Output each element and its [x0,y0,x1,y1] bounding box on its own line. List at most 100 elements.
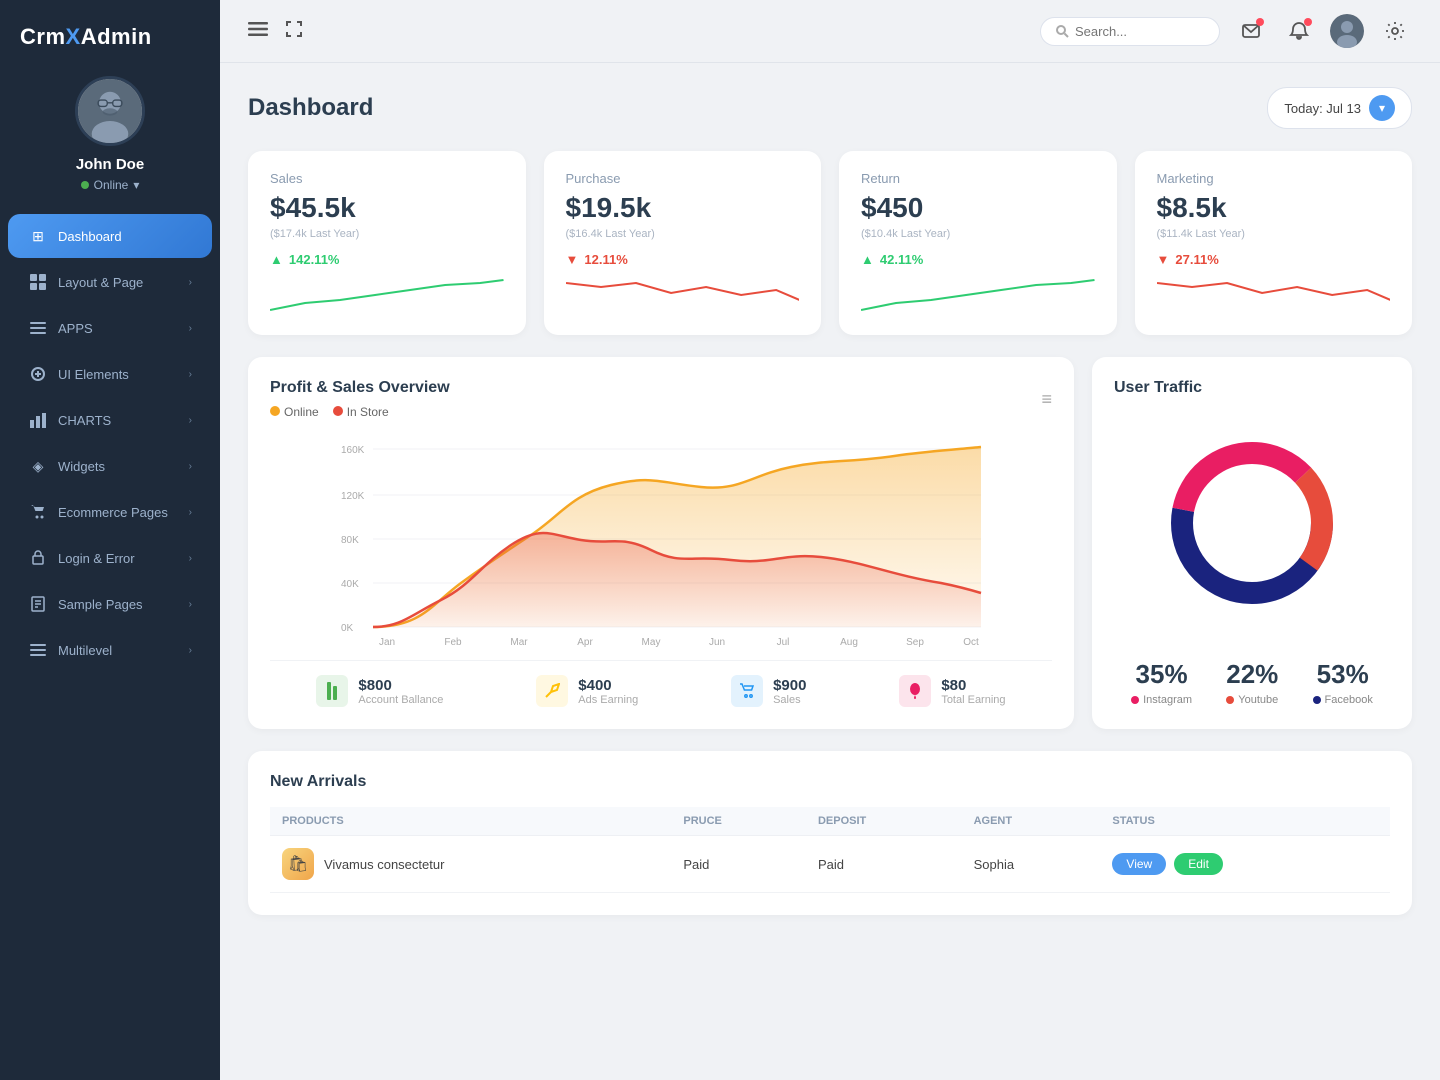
youtube-source: Youtube [1226,694,1278,706]
menu-icon[interactable] [248,19,268,44]
sidebar-item-dashboard[interactable]: ⊞ Dashboard [8,214,212,258]
sidebar: CrmXAdmin John Doe Online ▾ [0,0,220,1080]
date-button[interactable]: Today: Jul 13 ▾ [1267,87,1412,129]
svg-text:40K: 40K [341,579,359,590]
youtube-stat: 22% Youtube [1226,659,1278,706]
status-button-edit[interactable]: Edit [1174,853,1223,875]
search-input[interactable] [1075,24,1205,39]
brand-suffix: Admin [81,24,152,49]
chevron-right-icon: › [189,599,192,610]
topbar-right [1040,14,1412,48]
svg-text:0K: 0K [341,623,354,634]
facebook-dot [1313,696,1321,704]
stat-cards: Sales $45.5k ($17.4k Last Year) ▲ 142.11… [248,151,1412,335]
stat-card-sales: Sales $45.5k ($17.4k Last Year) ▲ 142.11… [248,151,526,335]
sidebar-item-layout[interactable]: Layout & Page › [8,260,212,304]
dashboard-icon: ⊞ [28,226,48,246]
balance-value: $800 [358,677,443,694]
status-chevron: ▾ [133,178,139,192]
col-deposit: DEPOSIT [806,807,962,836]
chevron-right-icon: › [189,277,192,288]
stat-label: Purchase [566,171,800,186]
product-thumb: 🛍 [282,848,314,880]
chevron-right-icon: › [189,461,192,472]
bell-badge [1304,18,1312,26]
status-button-view[interactable]: View [1112,853,1166,875]
sidebar-item-label: Layout & Page [58,275,143,290]
svg-text:May: May [642,637,661,648]
status-dot [81,181,89,189]
sidebar-item-sample[interactable]: Sample Pages › [8,582,212,626]
profile-status: Online ▾ [81,178,140,192]
bell-icon[interactable] [1282,14,1316,48]
instagram-pct: 35% [1131,659,1192,690]
mail-icon[interactable] [1234,14,1268,48]
svg-text:Aug: Aug [840,637,858,648]
facebook-label: Facebook [1325,694,1373,706]
sidebar-item-multilevel[interactable]: Multilevel › [8,628,212,672]
sales-value: $900 [773,677,806,694]
sidebar-item-label: UI Elements [58,367,129,382]
instagram-label: Instagram [1143,694,1192,706]
page-header: Dashboard Today: Jul 13 ▾ [248,87,1412,129]
sidebar-item-label: Widgets [58,459,105,474]
sales-icon [731,675,763,707]
earning-value: $80 [941,677,1005,694]
brand: CrmXAdmin [0,0,220,60]
chart-title: Profit & Sales Overview [270,379,450,397]
topbar [220,0,1440,63]
profit-chart-svg: 160K 120K 80K 40K 0K [270,435,1052,655]
svg-text:Sep: Sep [906,637,924,648]
user-traffic-header: User Traffic [1114,379,1390,397]
date-chevron-icon: ▾ [1369,95,1395,121]
svg-text:Oct: Oct [963,637,979,648]
chart-bottom-stats: $800 Account Ballance $400 Ads Earning [270,660,1052,707]
svg-text:Feb: Feb [444,637,462,648]
sidebar-item-label: Dashboard [58,229,122,244]
nav-list: ⊞ Dashboard Layout & Page › APPS › [0,212,220,1080]
sidebar-item-ecommerce[interactable]: Ecommerce Pages › [8,490,212,534]
chevron-right-icon: › [189,323,192,334]
mini-chart-return [861,275,1095,315]
user-traffic-card: User Traffic 35% [1092,357,1412,729]
sidebar-item-ui[interactable]: UI Elements › [8,352,212,396]
sidebar-item-label: Multilevel [58,643,112,658]
sidebar-item-apps[interactable]: APPS › [8,306,212,350]
fullscreen-icon[interactable] [284,19,304,44]
sales-label: Sales [773,694,806,706]
search-bar[interactable] [1040,17,1220,46]
settings-icon[interactable] [1378,14,1412,48]
avatar [75,76,145,146]
stat-sublabel: ($17.4k Last Year) [270,228,504,240]
svg-text:120K: 120K [341,491,365,502]
col-status: STATUS [1100,807,1390,836]
earning-label: Total Earning [941,694,1005,706]
mail-badge [1256,18,1264,26]
sidebar-item-widgets[interactable]: ◈ Widgets › [8,444,212,488]
youtube-pct: 22% [1226,659,1278,690]
trend-arrow-down-icon: ▼ [566,252,579,267]
instagram-stat: 35% Instagram [1131,659,1192,706]
sidebar-item-label: Ecommerce Pages [58,505,168,520]
ecommerce-icon [28,502,48,522]
bottom-stat-earning: $80 Total Earning [899,675,1005,707]
main-content: Dashboard Today: Jul 13 ▾ Sales $45.5k (… [220,0,1440,1080]
brand-prefix: Crm [20,24,66,49]
ads-icon [536,675,568,707]
chevron-right-icon: › [189,645,192,656]
facebook-pct: 53% [1313,659,1373,690]
sidebar-item-charts[interactable]: CHARTS › [8,398,212,442]
stat-trend: ▲ 142.11% [270,252,504,267]
stat-value: $45.5k [270,192,504,224]
donut-stats: 35% Instagram 22% Youtube [1114,649,1390,706]
chevron-right-icon: › [189,369,192,380]
agent-cell: Sophia [962,836,1101,893]
youtube-label: Youtube [1238,694,1278,706]
sidebar-item-login[interactable]: Login & Error › [8,536,212,580]
earning-icon [899,675,931,707]
chart-menu-icon[interactable]: ≡ [1041,389,1052,410]
sidebar-item-label: Login & Error [58,551,135,566]
user-avatar[interactable] [1330,14,1364,48]
sidebar-item-label: APPS [58,321,93,336]
user-traffic-title: User Traffic [1114,379,1202,397]
